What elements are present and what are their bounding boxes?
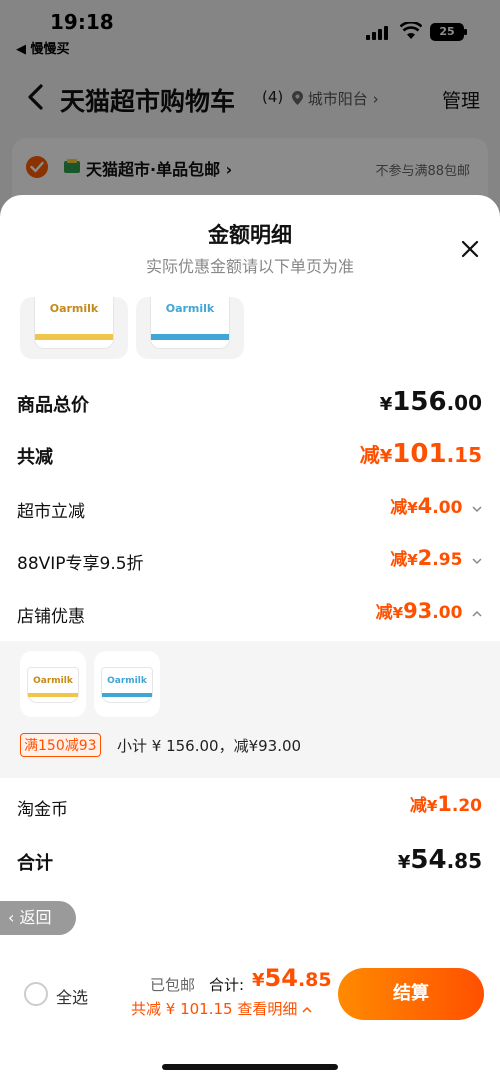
back-button[interactable]: ‹ 返回 (0, 901, 76, 935)
chevron-left-icon: ‹ (8, 908, 20, 927)
checkout-bar: 全选 已包邮 合计: ¥54.85 共减 ¥ 101.15 查看明细 结算 (0, 958, 500, 1081)
goods-total-row: 商品总价 ¥156.00 (0, 383, 500, 423)
total-discount-row: 共减 减¥101.15 (0, 435, 500, 475)
checkout-button[interactable]: 结算 (338, 968, 484, 1020)
sum-row: 合计 ¥54.85 (0, 841, 500, 881)
supermarket-discount-label: 超市立减 (17, 502, 85, 522)
sum-value: ¥54.85 (397, 845, 482, 875)
product-image: Oarmilk (34, 297, 114, 349)
free-shipping-label: 已包邮 (150, 976, 196, 994)
total-discount-label: 共减 (17, 447, 53, 468)
product-image: Oarmilk (150, 297, 230, 349)
select-all-checkbox[interactable] (24, 982, 48, 1006)
product-thumbnail: Oarmilk (20, 297, 128, 359)
supermarket-discount-value: 减¥4.00 (390, 493, 482, 518)
vip-discount-value: 减¥2.95 (390, 545, 482, 570)
view-detail-link[interactable]: 共减 ¥ 101.15 查看明细 (131, 998, 312, 1019)
total-discount-value: 减¥101.15 (359, 439, 482, 469)
product-thumbnail: Oarmilk (94, 651, 160, 717)
sum-label: 合计 (17, 853, 53, 874)
select-all-label[interactable]: 全选 (56, 984, 88, 1008)
goods-total-label: 商品总价 (17, 395, 89, 416)
store-promo-row[interactable]: 店铺优惠 减¥93.00 (0, 594, 500, 634)
chevron-down-icon (472, 557, 482, 564)
home-indicator (162, 1064, 338, 1070)
taobao-coins-label: 淘金币 (17, 800, 68, 820)
amount-detail-sheet: 金额明细 实际优惠金额请以下单页为准 Oarmilk Oarmilk 商品总价 … (0, 195, 500, 1081)
store-promo-detail: Oarmilk Oarmilk 满150减93 小计 ¥ 156.00，减¥93… (0, 641, 500, 778)
product-thumbnail: Oarmilk (20, 651, 86, 717)
total-label: 合计: (209, 976, 245, 994)
taobao-coins-value: 减¥1.20 (409, 792, 482, 816)
close-icon[interactable] (458, 237, 482, 261)
promo-tag: 满150减93 (20, 733, 101, 757)
store-promo-value: 减¥93.00 (376, 598, 482, 623)
saved-amount-text: 共减 ¥ 101.15 查看明细 (131, 1000, 298, 1018)
chevron-down-icon (472, 505, 482, 512)
back-button-label: 返回 (19, 908, 52, 927)
product-image: Oarmilk (27, 667, 79, 703)
store-promo-label: 店铺优惠 (17, 607, 85, 627)
supermarket-discount-row[interactable]: 超市立减 减¥4.00 (0, 489, 500, 529)
goods-total-value: ¥156.00 (379, 387, 482, 417)
product-thumbnail: Oarmilk (136, 297, 244, 359)
sheet-subtitle: 实际优惠金额请以下单页为准 (145, 257, 354, 276)
taobao-coins-row: 淘金币 减¥1.20 (0, 787, 500, 827)
chevron-up-icon (302, 1006, 312, 1013)
chevron-up-icon (472, 610, 482, 617)
sheet-title: 金额明细 (208, 223, 292, 247)
total-amount: ¥54.85 (252, 964, 332, 992)
vip-discount-row[interactable]: 88VIP专享9.5折 减¥2.95 (0, 541, 500, 581)
vip-discount-label: 88VIP专享9.5折 (17, 554, 144, 574)
promo-subtotal: 小计 ¥ 156.00，减¥93.00 (117, 737, 302, 755)
product-image: Oarmilk (101, 667, 153, 703)
